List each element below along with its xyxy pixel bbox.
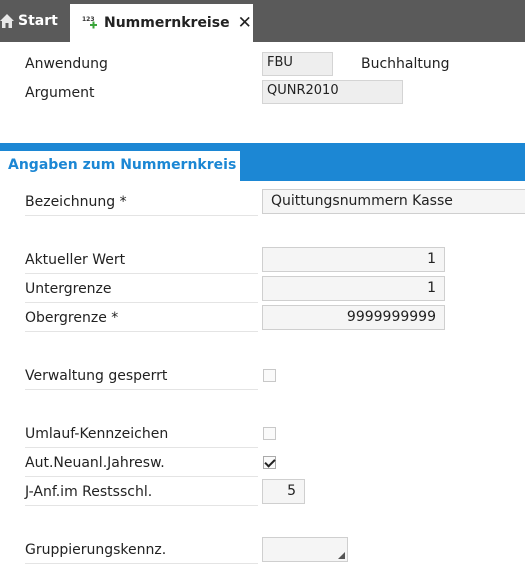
aktueller-wert-input[interactable]: 1 <box>262 247 445 272</box>
obergrenze-label: Obergrenze * <box>25 307 258 332</box>
tab-start[interactable]: Start <box>0 0 68 42</box>
close-icon[interactable]: ✕ <box>238 13 252 33</box>
bezeichnung-input[interactable]: Quittungsnummern Kasse <box>262 189 525 214</box>
verwaltung-gesperrt-label: Verwaltung gesperrt <box>25 365 258 390</box>
dropdown-corner-icon <box>338 552 345 559</box>
anwendung-field: FBU <box>262 52 333 76</box>
gruppierung-label: Gruppierungskennz. <box>25 539 258 564</box>
j-anf-input[interactable]: 5 <box>262 479 305 504</box>
j-anf-label: J-Anf.im Restsschl. <box>25 481 258 506</box>
umlauf-kennzeichen-checkbox[interactable] <box>263 427 276 440</box>
bezeichnung-label: Bezeichnung * <box>25 191 258 216</box>
untergrenze-input[interactable]: 1 <box>262 276 445 301</box>
number-range-icon: 123 <box>82 16 97 29</box>
aut-neuanl-label: Aut.Neuanl.Jahresw. <box>25 452 258 477</box>
tab-nummernkreise-label: Nummernkreise <box>104 15 230 31</box>
tab-bar: Start 123 Nummernkreise ✕ <box>0 0 525 42</box>
anwendung-description: Buchhaltung <box>361 56 450 72</box>
section-tab-angaben[interactable]: Angaben zum Nummernkreis <box>0 151 240 182</box>
argument-field: QUNR2010 <box>262 80 403 104</box>
verwaltung-gesperrt-checkbox[interactable] <box>263 369 276 382</box>
umlauf-kennzeichen-label: Umlauf-Kennzeichen <box>25 423 258 448</box>
home-icon <box>0 14 14 28</box>
aut-neuanl-checkbox[interactable] <box>263 456 276 469</box>
obergrenze-input[interactable]: 9999999999 <box>262 305 445 330</box>
tab-start-label: Start <box>18 13 58 29</box>
aktueller-wert-label: Aktueller Wert <box>25 249 258 274</box>
untergrenze-label: Untergrenze <box>25 278 258 303</box>
anwendung-label: Anwendung <box>25 56 108 72</box>
argument-label: Argument <box>25 85 95 101</box>
gruppierung-select[interactable] <box>262 537 348 562</box>
tab-nummernkreise[interactable]: 123 Nummernkreise ✕ <box>70 4 253 42</box>
